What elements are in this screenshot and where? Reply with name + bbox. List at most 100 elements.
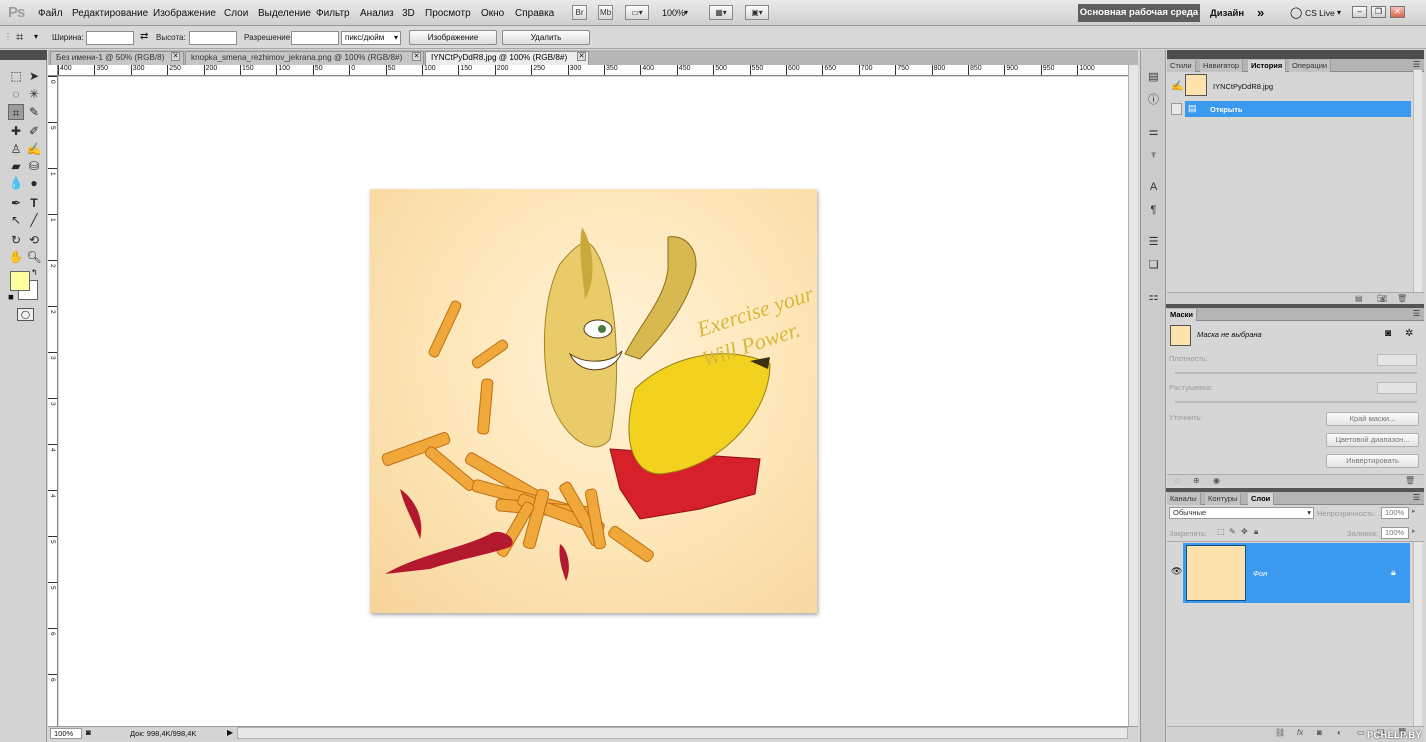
menu-view[interactable]: Просмотр (425, 8, 471, 19)
preset-dropdown-icon[interactable]: ▾ (34, 32, 38, 41)
blur-tool-icon[interactable]: 💧 (8, 175, 24, 191)
fill-dropdown-icon[interactable]: ▸ (1412, 527, 1416, 535)
tab-close-icon[interactable]: ✕ (412, 52, 421, 61)
crop-tool-preset-icon[interactable]: ⌗ (16, 29, 23, 45)
default-colors-icon[interactable]: ◼ (8, 293, 14, 301)
load-selection-icon[interactable]: ◌ (1175, 476, 1180, 485)
panel-menu-icon[interactable]: ☰ (1413, 493, 1420, 502)
front-image-button[interactable]: Изображение (409, 30, 497, 45)
tab-close-icon[interactable]: ✕ (171, 52, 180, 61)
type-tool-icon[interactable]: T (26, 195, 42, 211)
blend-mode-select[interactable]: Обычные ▾ (1169, 507, 1314, 519)
panel-grip[interactable] (1167, 50, 1424, 59)
menu-analysis[interactable]: Анализ (360, 8, 394, 19)
restore-button[interactable]: ❐ (1371, 6, 1386, 18)
density-input[interactable] (1377, 354, 1417, 366)
workspace-more-button[interactable]: » (1257, 5, 1264, 20)
mask-thumbnail[interactable] (1170, 325, 1191, 346)
canvas-horizontal-scrollbar[interactable] (237, 727, 1128, 739)
panel-menu-icon[interactable]: ☰ (1413, 309, 1420, 318)
snapshot-camera-icon[interactable]: 📷︎ (1377, 294, 1387, 303)
tab-close-icon[interactable]: ✕ (577, 52, 586, 61)
quick-mask-icon[interactable]: ◯ (17, 308, 34, 321)
fill-input[interactable]: 100% (1381, 527, 1409, 539)
ruler-origin[interactable] (48, 65, 58, 76)
status-icon[interactable]: ◙ (86, 728, 91, 737)
new-group-icon[interactable]: ▭ (1357, 728, 1365, 737)
tab-history[interactable]: История (1248, 60, 1287, 72)
tab-paths[interactable]: Контуры (1205, 493, 1242, 505)
screen-mode-button[interactable]: ▣▾ (745, 5, 769, 20)
link-layers-icon[interactable]: ⛓ (1275, 728, 1285, 737)
feather-slider[interactable] (1175, 401, 1417, 403)
cs-live-icon[interactable]: ◯ (1290, 6, 1302, 19)
minimize-button[interactable]: – (1352, 6, 1367, 18)
lock-position-icon[interactable]: ✥ (1241, 527, 1248, 536)
character-icon[interactable]: A (1146, 180, 1161, 195)
brush-tool-icon[interactable]: ✐ (26, 123, 42, 139)
resolution-unit-select[interactable]: пикс/дюйм ▾ (341, 31, 401, 45)
crop-tool-icon[interactable]: ⌗ (8, 104, 24, 120)
tab-masks[interactable]: Маски (1167, 309, 1198, 321)
menu-image[interactable]: Изображение (153, 8, 216, 19)
horizontal-ruler[interactable]: 400 350 300 250 200 150 100 50 0 50 100 150 200 250 30… (58, 65, 1128, 76)
close-button[interactable]: ✕ (1390, 6, 1405, 18)
tab-navigator[interactable]: Навигатор (1200, 60, 1244, 72)
history-scrollbar[interactable] (1413, 70, 1422, 292)
menu-filter[interactable]: Фильтр (316, 8, 350, 19)
history-source-checkbox[interactable] (1171, 103, 1182, 115)
color-range-button[interactable]: Цветовой диапазон... (1326, 433, 1419, 447)
cs-live-label[interactable]: CS Live (1305, 8, 1335, 18)
tab-untitled-1[interactable]: Без имени-1 @ 50% (RGB/8) (50, 51, 184, 65)
dodge-tool-icon[interactable]: ● (26, 175, 42, 191)
trash-icon[interactable]: 🗑︎ (1405, 476, 1415, 485)
workspace-essentials-button[interactable]: Основная рабочая среда (1078, 4, 1200, 22)
foreground-swatch-fill[interactable] (10, 271, 30, 291)
status-menu-arrow-icon[interactable]: ▶ (227, 728, 233, 737)
move-tool-icon[interactable]: ➤ (26, 68, 42, 84)
lasso-tool-icon[interactable]: ◌ (8, 86, 24, 102)
workspace-design-button[interactable]: Дизайн (1210, 8, 1244, 19)
3d-orbit-tool-icon[interactable]: ⟲ (26, 232, 42, 248)
info-icon[interactable]: ⓘ (1146, 93, 1161, 108)
layer-visibility-eye-icon[interactable]: 👁︎ (1171, 566, 1182, 577)
opacity-dropdown-icon[interactable]: ▸ (1412, 507, 1416, 515)
vertical-ruler[interactable]: 0 5 1 1 2 2 3 3 4 4 5 5 6 6 (48, 76, 58, 726)
tools-panel-grip[interactable] (0, 50, 47, 60)
density-slider[interactable] (1175, 372, 1417, 374)
healing-brush-tool-icon[interactable]: ✚ (8, 123, 24, 139)
opacity-input[interactable]: 100% (1381, 507, 1409, 519)
tab-styles[interactable]: Стили (1167, 60, 1196, 72)
histogram-icon[interactable]: ▤ (1146, 70, 1161, 85)
menu-file[interactable]: Файл (38, 8, 63, 19)
lock-transparency-icon[interactable]: ⬚ (1217, 527, 1225, 536)
mask-edge-button[interactable]: Край маски... (1326, 412, 1419, 426)
menu-layers[interactable]: Слои (224, 8, 248, 19)
snapshot-name[interactable]: IYNCtPyDdR8.jpg (1213, 82, 1273, 91)
view-extras-button[interactable]: ▭▾ (625, 5, 649, 20)
history-brush-tool-icon[interactable]: ✍ (26, 141, 42, 157)
zoom-level-dropdown[interactable]: 100% (662, 8, 685, 18)
brush-presets-icon[interactable]: ⚌ (1146, 125, 1161, 140)
menu-window[interactable]: Окно (481, 8, 504, 19)
view-mask-icon[interactable]: ◉ (1213, 476, 1220, 485)
clear-button[interactable]: Удалить (502, 30, 590, 45)
add-mask-icon[interactable]: ◙ (1317, 728, 1322, 737)
swap-icon[interactable]: ⇄ (140, 31, 148, 42)
canvas-vertical-scrollbar[interactable] (1128, 65, 1138, 726)
3d-rotate-tool-icon[interactable]: ↻ (8, 232, 24, 248)
hand-tool-icon[interactable]: ✋ (8, 249, 24, 265)
cs-live-dropdown-icon[interactable]: ▾ (1337, 8, 1341, 17)
tab-iynctpyddr8[interactable]: IYNCtPyDdR8.jpg @ 100% (RGB/8#) (425, 51, 589, 65)
panel-menu-icon[interactable]: ☰ (1413, 60, 1420, 69)
zoom-field[interactable]: 100% (50, 728, 82, 739)
add-vector-mask-icon[interactable]: ✲ (1405, 328, 1413, 339)
line-tool-icon[interactable]: ╱ (26, 212, 42, 228)
zoom-dropdown-icon[interactable]: ▾ (684, 8, 688, 17)
pen-tool-icon[interactable]: ✒ (8, 195, 24, 211)
layer-row-background[interactable]: Фон 🔒︎ (1183, 543, 1410, 603)
tab-actions[interactable]: Операции (1289, 60, 1332, 72)
clone-stamp-tool-icon[interactable]: ♙ (8, 141, 24, 157)
lock-pixels-icon[interactable]: ✎ (1229, 527, 1236, 536)
menu-edit[interactable]: Редактирование (72, 8, 148, 19)
